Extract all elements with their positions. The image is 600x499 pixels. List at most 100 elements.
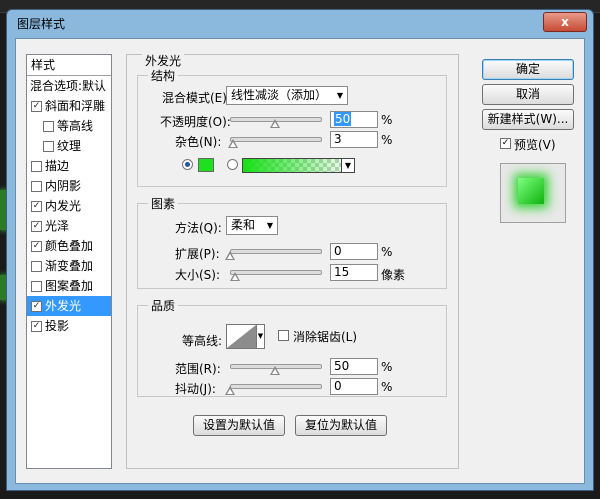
- size-slider-thumb[interactable]: [230, 272, 241, 281]
- close-button[interactable]: x: [543, 12, 587, 32]
- style-item-label: 投影: [45, 319, 70, 333]
- preview-checkbox[interactable]: ✓: [500, 138, 511, 149]
- antialias-checkbox[interactable]: [278, 330, 289, 341]
- structure-group: 结构 混合模式(E): 线性减淡（添加） ▼ 不透明度(O): 50 % 杂色(…: [137, 67, 447, 187]
- style-checkbox[interactable]: [31, 181, 42, 192]
- noise-label: 杂色(N):: [175, 135, 222, 149]
- contour-picker[interactable]: [226, 324, 257, 349]
- style-item[interactable]: 内阴影: [27, 176, 111, 196]
- style-item-label: 描边: [45, 159, 70, 173]
- gradient-radio[interactable]: [227, 159, 238, 170]
- preview-square-image: [518, 178, 544, 204]
- size-unit: 像素: [381, 268, 406, 282]
- style-item-label: 渐变叠加: [45, 259, 94, 273]
- elements-group-label: 图素: [148, 195, 179, 212]
- style-checkbox[interactable]: [43, 121, 54, 132]
- jitter-unit: %: [381, 380, 393, 394]
- dialog-client: 样式 混合选项:默认 ✓ 斜面和浮雕 等高线 纹理 描边 内阴影 ✓ 内发光 ✓ 光泽 ✓ 颜色叠加 渐变…: [15, 38, 585, 484]
- elements-group: 图素 方法(Q): 柔和 ▼ 扩展(P): 0 % 大小(S): 15 像素: [137, 195, 447, 289]
- blend-mode-label: 混合模式(E):: [162, 91, 231, 105]
- method-value: 柔和: [231, 218, 256, 232]
- chevron-down-icon: ▼: [336, 91, 343, 100]
- range-unit: %: [381, 360, 393, 374]
- style-checkbox[interactable]: [31, 261, 42, 272]
- dialog-title: 图层样式: [17, 17, 66, 31]
- style-item[interactable]: ✓ 外发光: [27, 296, 111, 316]
- gradient-dropdown-arrow[interactable]: ▼: [341, 158, 355, 173]
- style-checkbox[interactable]: ✓: [31, 301, 42, 312]
- style-checkbox[interactable]: [31, 161, 42, 172]
- cancel-button[interactable]: 取消: [482, 84, 574, 105]
- jitter-slider-thumb[interactable]: [225, 386, 235, 395]
- jitter-slider-track[interactable]: [230, 384, 322, 389]
- quality-group-label: 品质: [148, 297, 179, 314]
- noise-slider-thumb[interactable]: [227, 139, 238, 148]
- ok-button[interactable]: 确定: [482, 59, 574, 80]
- blend-mode-dropdown[interactable]: 线性减淡（添加） ▼: [226, 86, 348, 105]
- style-checkbox[interactable]: ✓: [31, 201, 42, 212]
- solid-color-radio[interactable]: [182, 159, 193, 170]
- style-item-label: 内阴影: [45, 179, 82, 193]
- style-item-label: 内发光: [45, 199, 82, 213]
- glow-color-swatch[interactable]: [198, 158, 214, 172]
- spread-slider-thumb[interactable]: [225, 251, 235, 260]
- method-dropdown[interactable]: 柔和 ▼: [226, 216, 278, 235]
- outer-glow-panel: 外发光 结构 混合模式(E): 线性减淡（添加） ▼ 不透明度(O): 50 %…: [126, 52, 459, 469]
- style-checkbox[interactable]: ✓: [31, 321, 42, 332]
- new-style-button[interactable]: 新建样式(W)...: [482, 109, 574, 130]
- spread-input[interactable]: 0: [330, 243, 378, 260]
- style-item-label: 图案叠加: [45, 279, 94, 293]
- style-item-label: 混合选项:默认: [30, 79, 107, 93]
- opacity-slider-thumb[interactable]: [270, 119, 280, 128]
- blend-mode-value: 线性减淡（添加）: [231, 88, 328, 102]
- style-checkbox[interactable]: ✓: [31, 221, 42, 232]
- style-item[interactable]: 等高线: [27, 116, 111, 136]
- opacity-unit: %: [381, 113, 393, 127]
- make-default-button[interactable]: 设置为默认值: [193, 415, 285, 436]
- style-item-label: 斜面和浮雕: [45, 99, 106, 113]
- range-label: 范围(R):: [175, 362, 221, 376]
- style-checkbox[interactable]: [31, 281, 42, 292]
- style-preview-thumbnail: [500, 163, 566, 223]
- style-item[interactable]: 描边: [27, 156, 111, 176]
- layer-style-dialog: 图层样式 x 样式 混合选项:默认 ✓ 斜面和浮雕 等高线 纹理 描边 内阴影 ✓ 内发光 ✓ 光泽…: [6, 9, 594, 491]
- title-bar[interactable]: 图层样式 x: [7, 10, 593, 34]
- opacity-input[interactable]: 50: [330, 111, 378, 128]
- range-input[interactable]: 50: [330, 358, 378, 375]
- contour-dropdown-arrow[interactable]: ▼: [256, 324, 265, 349]
- size-input[interactable]: 15: [330, 264, 378, 281]
- spread-slider-track[interactable]: [230, 249, 322, 254]
- style-checkbox[interactable]: [43, 141, 54, 152]
- method-label: 方法(Q):: [175, 221, 222, 235]
- style-item[interactable]: ✓ 颜色叠加: [27, 236, 111, 256]
- size-slider-track[interactable]: [230, 270, 322, 275]
- style-item[interactable]: 纹理: [27, 136, 111, 156]
- style-item[interactable]: 渐变叠加: [27, 256, 111, 276]
- style-item-label: 纹理: [57, 139, 82, 153]
- jitter-input[interactable]: 0: [330, 378, 378, 395]
- opacity-label: 不透明度(O):: [160, 115, 231, 129]
- reset-default-button[interactable]: 复位为默认值: [295, 415, 387, 436]
- noise-input[interactable]: 3: [330, 131, 378, 148]
- style-item[interactable]: ✓ 投影: [27, 316, 111, 336]
- style-checkbox[interactable]: ✓: [31, 241, 42, 252]
- glow-gradient-swatch[interactable]: [242, 158, 354, 173]
- style-item[interactable]: 混合选项:默认: [27, 76, 111, 96]
- contour-curve-icon: [227, 325, 256, 348]
- style-item[interactable]: ✓ 内发光: [27, 196, 111, 216]
- opacity-value: 50: [334, 112, 352, 126]
- style-item[interactable]: ✓ 斜面和浮雕: [27, 96, 111, 116]
- preview-label: 预览(V): [514, 138, 556, 152]
- spread-label: 扩展(P):: [175, 247, 220, 261]
- style-item[interactable]: 图案叠加: [27, 276, 111, 296]
- structure-group-label: 结构: [148, 67, 179, 84]
- styles-list-header: 样式: [27, 55, 111, 76]
- styles-list: 样式 混合选项:默认 ✓ 斜面和浮雕 等高线 纹理 描边 内阴影 ✓ 内发光 ✓ 光泽 ✓ 颜色叠加 渐变…: [26, 54, 112, 469]
- style-checkbox[interactable]: ✓: [31, 101, 42, 112]
- style-item-label: 颜色叠加: [45, 239, 94, 253]
- spread-unit: %: [381, 245, 393, 259]
- range-slider-thumb[interactable]: [270, 366, 280, 375]
- chevron-down-icon: ▼: [266, 221, 273, 230]
- style-item[interactable]: ✓ 光泽: [27, 216, 111, 236]
- noise-slider-track[interactable]: [230, 137, 322, 142]
